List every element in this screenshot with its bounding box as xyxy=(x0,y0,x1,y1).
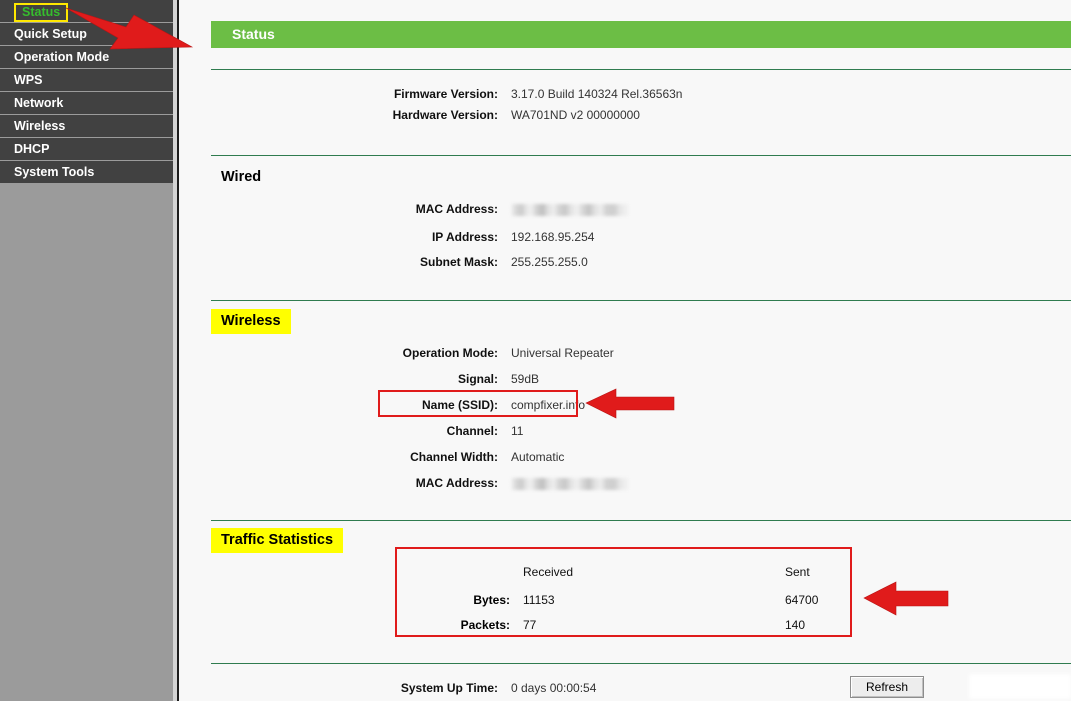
system-up-time-value: 0 days 00:00:54 xyxy=(511,681,597,695)
row-wired-mac-address: MAC Address: xyxy=(211,199,771,219)
section-title-wired: Wired xyxy=(221,169,262,185)
sidebar-menu: Status Quick Setup Operation Mode WPS Ne… xyxy=(0,0,173,184)
wireless-channel-width-value: Automatic xyxy=(511,450,565,464)
row-wireless-signal: Signal: 59dB xyxy=(211,369,771,389)
hardware-version-value: WA701ND v2 00000000 xyxy=(511,108,640,122)
row-wireless-mac-address: MAC Address: xyxy=(211,473,771,493)
divider-wireless xyxy=(211,300,1071,301)
page-title: Status xyxy=(211,21,1071,48)
traffic-header-row: Received Sent xyxy=(397,562,850,582)
traffic-packets-received: 77 xyxy=(523,618,537,632)
wired-ip-address-value: 192.168.95.254 xyxy=(511,230,595,244)
sidebar: Status Quick Setup Operation Mode WPS Ne… xyxy=(0,0,179,701)
traffic-bytes-received: 11153 xyxy=(523,593,555,607)
sidebar-item-operation-mode[interactable]: Operation Mode xyxy=(0,46,173,69)
sidebar-item-status[interactable]: Status xyxy=(0,0,173,23)
row-wireless-ssid: Name (SSID): compfixer.info xyxy=(211,395,771,415)
wireless-channel-width-label: Channel Width: xyxy=(410,450,498,464)
row-wireless-operation-mode: Operation Mode: Universal Repeater xyxy=(211,343,771,363)
wired-subnet-mask-label: Subnet Mask: xyxy=(419,255,498,269)
sidebar-item-network[interactable]: Network xyxy=(0,92,173,115)
wireless-channel-label: Channel: xyxy=(446,424,498,438)
wireless-ssid-label: Name (SSID): xyxy=(421,398,498,412)
row-wired-subnet-mask: Subnet Mask: 255.255.255.0 xyxy=(211,252,771,272)
wired-mac-address-label: MAC Address: xyxy=(415,202,498,216)
sidebar-item-label: Wireless xyxy=(14,119,66,133)
firmware-version-value: 3.17.0 Build 140324 Rel.36563n xyxy=(511,87,683,101)
divider-wired xyxy=(211,155,1071,156)
row-firmware-version: Firmware Version: 3.17.0 Build 140324 Re… xyxy=(211,84,771,104)
sidebar-item-label: WPS xyxy=(14,73,43,87)
wired-ip-address-label: IP Address: xyxy=(431,230,498,244)
sidebar-item-label: DHCP xyxy=(14,142,50,156)
firmware-version-label: Firmware Version: xyxy=(393,87,498,101)
sidebar-item-label: Status xyxy=(14,2,69,22)
redacted-value xyxy=(511,203,629,216)
main-content: Status Firmware Version: 3.17.0 Build 14… xyxy=(179,0,1071,701)
sidebar-item-wireless[interactable]: Wireless xyxy=(0,115,173,138)
section-title-traffic-statistics: Traffic Statistics xyxy=(211,528,344,553)
traffic-col-sent: Sent xyxy=(785,565,810,579)
traffic-packets-label: Packets: xyxy=(460,618,510,632)
traffic-row-packets: Packets: 77 140 xyxy=(397,615,850,635)
row-wired-ip-address: IP Address: 192.168.95.254 xyxy=(211,227,771,247)
hardware-version-label: Hardware Version: xyxy=(392,108,498,122)
wired-subnet-mask-value: 255.255.255.0 xyxy=(511,255,588,269)
wireless-channel-value: 11 xyxy=(511,424,524,438)
refresh-button[interactable]: Refresh xyxy=(850,676,924,698)
wired-mac-address-value xyxy=(511,199,629,219)
traffic-packets-sent: 140 xyxy=(785,618,806,632)
sidebar-item-label: System Tools xyxy=(14,165,95,179)
system-up-time-label: System Up Time: xyxy=(400,681,498,695)
divider-traffic xyxy=(211,520,1071,521)
traffic-bytes-label: Bytes: xyxy=(473,593,510,607)
section-title-wireless: Wireless xyxy=(211,309,291,334)
traffic-row-bytes: Bytes: 11153 64700 xyxy=(397,590,850,610)
wireless-operation-mode-label: Operation Mode: xyxy=(402,346,498,360)
wireless-signal-value: 59dB xyxy=(511,372,540,386)
sidebar-item-quick-setup[interactable]: Quick Setup xyxy=(0,23,173,46)
wireless-operation-mode-value: Universal Repeater xyxy=(511,346,614,360)
redacted-value xyxy=(511,477,629,490)
row-system-up-time: System Up Time: 0 days 00:00:54 xyxy=(211,678,771,698)
row-wireless-channel-width: Channel Width: Automatic xyxy=(211,447,771,467)
wireless-mac-address-label: MAC Address: xyxy=(415,476,498,490)
sidebar-item-label: Network xyxy=(14,96,64,110)
sidebar-item-dhcp[interactable]: DHCP xyxy=(0,138,173,161)
redacted-footer-area xyxy=(969,674,1071,699)
traffic-bytes-sent: 64700 xyxy=(785,593,819,607)
divider-footer xyxy=(211,663,1071,664)
sidebar-item-label: Quick Setup xyxy=(14,27,87,41)
wireless-ssid-value: compfixer.info xyxy=(511,398,586,412)
wireless-mac-address-value xyxy=(511,473,629,493)
traffic-statistics-box: Received Sent Bytes: 11153 64700 Packets… xyxy=(395,547,852,637)
sidebar-item-label: Operation Mode xyxy=(14,50,110,64)
wireless-signal-label: Signal: xyxy=(457,372,498,386)
sidebar-item-wps[interactable]: WPS xyxy=(0,69,173,92)
sidebar-item-system-tools[interactable]: System Tools xyxy=(0,161,173,184)
traffic-col-received: Received xyxy=(523,565,574,579)
row-hardware-version: Hardware Version: WA701ND v2 00000000 xyxy=(211,105,771,125)
row-wireless-channel: Channel: 11 xyxy=(211,421,771,441)
divider-device-info xyxy=(211,69,1071,70)
